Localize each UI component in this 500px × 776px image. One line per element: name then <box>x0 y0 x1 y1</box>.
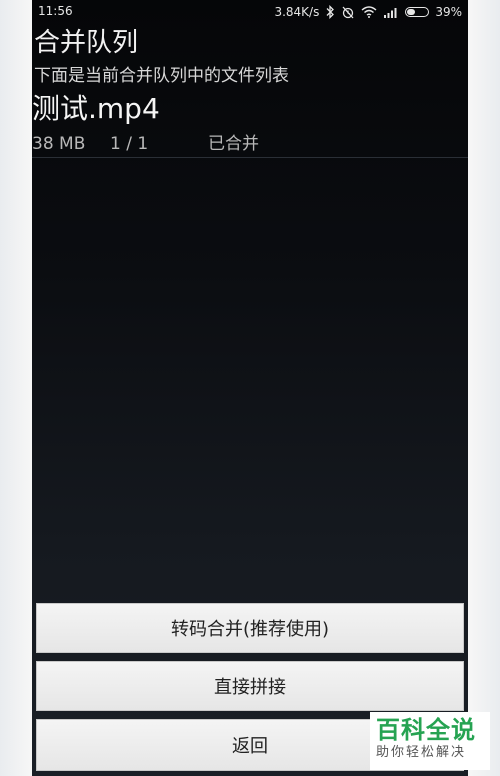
row-divider <box>32 157 468 158</box>
file-progress: 1 / 1 <box>110 134 149 154</box>
status-time: 11:56 <box>38 4 73 18</box>
bluetooth-icon <box>325 5 335 19</box>
status-bar: 11:56 3.84K/s 39% <box>32 0 468 24</box>
page-subtitle: 下面是当前合并队列中的文件列表 <box>34 66 289 86</box>
battery-icon <box>405 7 430 17</box>
battery-percent: 39% <box>435 5 462 19</box>
file-status: 已合并 <box>208 134 259 154</box>
transcode-merge-button[interactable]: 转码合并(推荐使用) <box>36 603 464 653</box>
screenshot-canvas: 11:56 3.84K/s 39% 合并队列 下面是当前合并队列中的文件列表 测… <box>0 0 500 776</box>
watermark-logo: 百科全说 助你轻松解决 <box>370 712 490 770</box>
wifi-icon <box>361 6 377 18</box>
signal-icon <box>383 6 399 18</box>
status-icons: 3.84K/s 39% <box>274 3 462 21</box>
alarm-off-icon <box>341 5 355 19</box>
file-size: 38 MB <box>32 134 86 154</box>
net-speed: 3.84K/s <box>274 5 320 19</box>
file-name: 测试.mp4 <box>32 92 160 125</box>
direct-concat-button[interactable]: 直接拼接 <box>36 661 464 711</box>
watermark-title: 百科全说 <box>376 716 476 744</box>
page-title: 合并队列 <box>34 28 139 58</box>
phone-screen: 11:56 3.84K/s 39% 合并队列 下面是当前合并队列中的文件列表 测… <box>32 0 468 776</box>
watermark-subtitle: 助你轻松解决 <box>376 745 467 760</box>
battery-level-fill <box>407 9 416 15</box>
